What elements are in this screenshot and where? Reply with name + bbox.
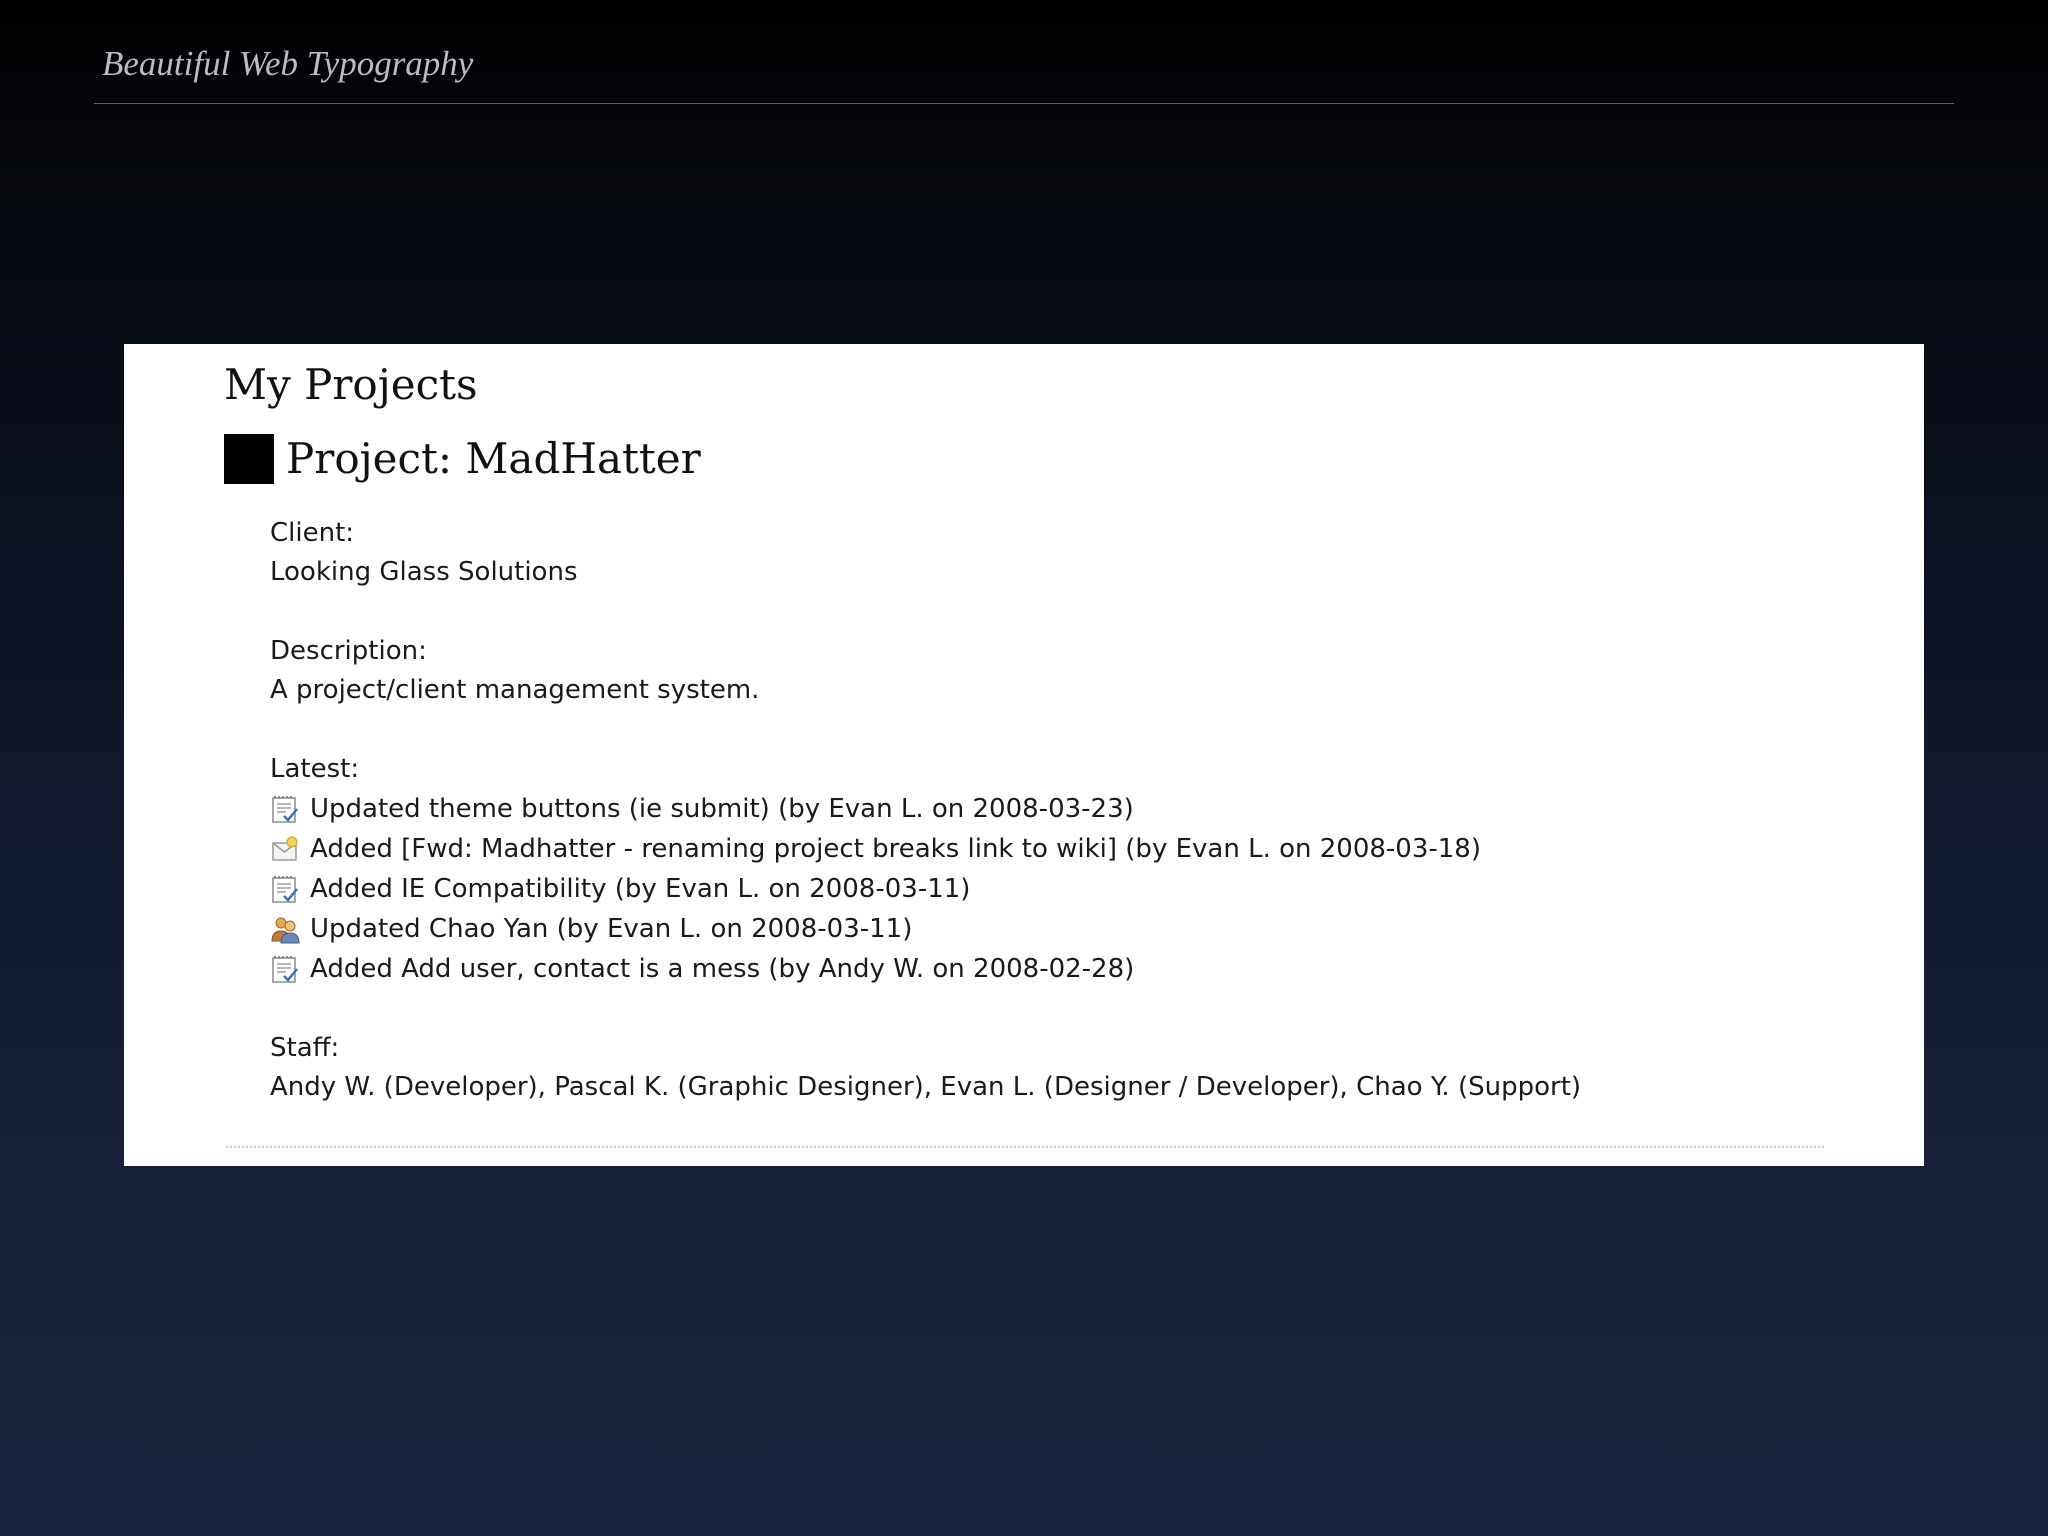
header-divider xyxy=(94,103,1954,104)
client-value[interactable]: Looking Glass Solutions xyxy=(270,553,1870,592)
latest-item[interactable]: Added IE Compatibility (by Evan L. on 20… xyxy=(270,869,1870,909)
latest-item-text: Added [Fwd: Madhatter - renaming project… xyxy=(310,834,1481,864)
notepad-check-icon xyxy=(272,796,298,823)
client-section: Client: Looking Glass Solutions xyxy=(270,514,1870,592)
latest-item[interactable]: Updated theme buttons (ie submit) (by Ev… xyxy=(270,789,1870,829)
staff-value: Andy W. (Developer), Pascal K. (Graphic … xyxy=(270,1072,1582,1102)
latest-item[interactable]: Added Add user, contact is a mess (by An… xyxy=(270,949,1870,989)
latest-item-text: Updated theme buttons (ie submit) (by Ev… xyxy=(310,794,1134,824)
latest-section: Latest: Updated theme buttons (ie submit… xyxy=(270,750,1870,989)
project-title[interactable]: Project: MadHatter xyxy=(286,432,701,486)
notepad-check-icon xyxy=(272,876,298,903)
description-label: Description: xyxy=(270,636,427,666)
latest-item-text: Added IE Compatibility (by Evan L. on 20… xyxy=(310,874,971,904)
description-value: A project/client management system. xyxy=(270,675,760,705)
project-details: Client: Looking Glass Solutions Descript… xyxy=(270,514,1870,1147)
staff-label: Staff: xyxy=(270,1033,340,1063)
slide-header-title: Beautiful Web Typography xyxy=(102,44,474,83)
latest-item-text: Updated Chao Yan (by Evan L. on 2008-03-… xyxy=(310,914,913,944)
project-square-icon xyxy=(224,434,274,484)
mail-icon xyxy=(272,836,298,861)
description-section: Description: A project/client management… xyxy=(270,632,1870,710)
project-heading: Project: MadHatter xyxy=(224,432,701,486)
latest-item-text: Added Add user, contact is a mess (by An… xyxy=(310,954,1135,984)
notepad-check-icon xyxy=(272,956,298,983)
projects-panel: My Projects Project: MadHatter Client: L… xyxy=(124,344,1924,1166)
client-label: Client: xyxy=(270,518,355,548)
latest-item[interactable]: Added [Fwd: Madhatter - renaming project… xyxy=(270,829,1870,869)
users-icon xyxy=(271,917,300,944)
dotted-divider xyxy=(226,1146,1824,1148)
staff-section: Staff: Andy W. (Developer), Pascal K. (G… xyxy=(270,1029,1870,1107)
page-title: My Projects xyxy=(224,360,478,409)
latest-item[interactable]: Updated Chao Yan (by Evan L. on 2008-03-… xyxy=(270,909,1870,949)
latest-label: Latest: xyxy=(270,754,360,784)
